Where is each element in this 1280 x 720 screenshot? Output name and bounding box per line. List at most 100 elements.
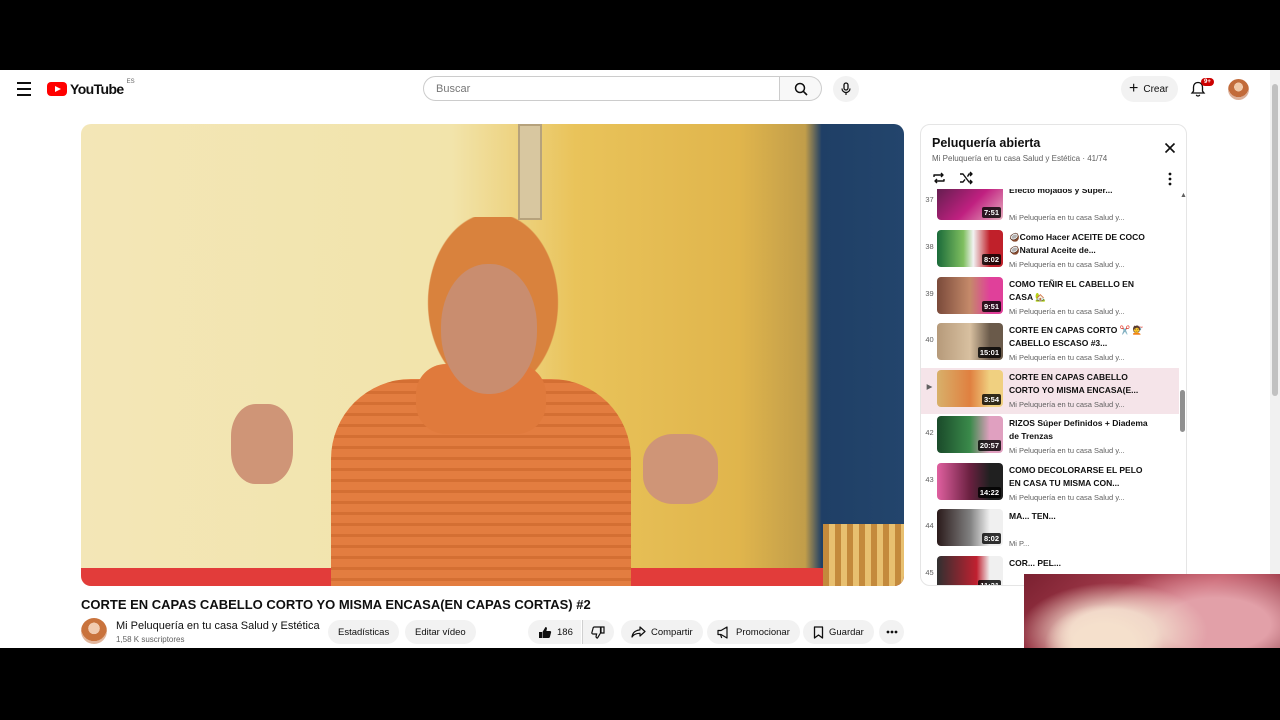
playlist-item-thumbnail[interactable]: 3:54 [937,370,1003,407]
playlist-item-channel: Mi Peluquería en tu casa Salud y... [1009,260,1125,269]
youtube-page: YouTube ES + Crear 9+ CORTE EN CAPAS CAB… [0,70,1280,648]
playlist-item[interactable]: 43 14:22 COMO DECOLORARSE EL PELO EN CASA … [921,461,1179,507]
search-box[interactable] [423,76,780,101]
channel-name[interactable]: Mi Peluquería en tu casa Salud y Estétic… [116,620,320,632]
playlist-item-title[interactable]: MA... TEN... [1009,510,1149,523]
playlist-item-thumbnail[interactable]: 9:51 [937,277,1003,314]
playlist-scrollbar[interactable]: ▲ [1180,192,1186,585]
playlist-item-title[interactable]: COMO TEÑIR EL CABELLO EN CASA 🏡 [1009,278,1149,304]
notifications-button[interactable]: 9+ [1190,78,1214,99]
playlist-items: 37 7:51 Efecto mojados y Super... Mi Peluqu… [921,189,1186,585]
thumbs-down-icon [591,625,605,639]
close-icon [1164,142,1176,154]
plus-icon: + [1129,80,1139,97]
playlist-item-title[interactable]: COMO DECOLORARSE EL PELO EN CASA TU MISM… [1009,464,1149,490]
repeat-icon [933,172,945,184]
thumbs-up-icon [539,626,552,638]
video-title: CORTE EN CAPAS CABELLO CORTO YO MISMA EN… [81,597,591,612]
playlist-item-duration: 8:02 [981,533,1001,544]
playlist-item-thumbnail[interactable]: 14:22 [937,463,1003,500]
playlist-item-index: 44 [925,521,934,530]
playlist-item-thumbnail[interactable]: 15:01 [937,323,1003,360]
youtube-play-icon [47,82,67,96]
playlist-item-title[interactable]: CORTE EN CAPAS CORTO ✂️ 💇 CABELLO ESCASO… [1009,324,1149,350]
logo-text: YouTube [70,81,124,97]
playlist-item[interactable]: ▶ 3:54 CORTE EN CAPAS CABELLO CORTO YO MIS… [921,368,1179,414]
voice-search-button[interactable] [833,76,859,102]
shuffle-icon [960,171,973,185]
page-scrollbar-thumb[interactable] [1272,84,1278,396]
close-playlist-button[interactable] [1162,140,1178,156]
page-scrollbar[interactable] [1270,70,1280,648]
webcam-blur [1044,604,1164,648]
youtube-logo[interactable]: YouTube ES [47,79,135,97]
playlist-item-channel: Mi Peluquería en tu casa Salud y... [1009,307,1125,316]
playlist-channel[interactable]: Mi Peluquería en tu casa Salud y Estétic… [932,154,1080,163]
account-avatar[interactable] [1228,79,1249,100]
playlist-item-duration: 9:51 [981,301,1001,312]
more-actions-button[interactable] [879,620,904,644]
playlist-item-channel: Mi Peluquería en tu casa Salud y... [1009,493,1125,502]
playlist-item-channel: Mi Peluquería en tu casa Salud y... [1009,353,1125,362]
playlist-item-index: 45 [925,568,934,577]
dislike-button[interactable] [582,620,614,644]
create-button[interactable]: + Crear [1121,76,1179,102]
channel-avatar[interactable] [81,618,107,644]
playlist-item-duration: 15:01 [977,347,1001,358]
playlist-scrollbar-thumb[interactable] [1180,390,1185,432]
microphone-icon [841,82,851,95]
loop-playlist-button[interactable] [931,170,947,186]
playlist-item-index: 38 [925,242,934,251]
scroll-up-arrow-icon[interactable]: ▲ [1180,192,1186,199]
playlist-item-thumbnail[interactable]: 11:21 [937,556,1003,585]
video-player[interactable] [81,124,904,586]
subscriber-count: 1,58 K suscriptores [116,635,185,644]
playlist-item-channel: Mi P... [1009,539,1030,548]
share-button[interactable]: Compartir [621,620,703,644]
playlist-item-thumbnail[interactable]: 8:02 [937,509,1003,546]
playlist-item-thumbnail[interactable]: 7:51 [937,189,1003,220]
edit-video-button[interactable]: Editar vídeo [405,620,476,644]
playlist-item[interactable]: 42 20:57 RIZOS Súper Definidos + Diadema d… [921,414,1179,460]
playlist-item-title[interactable]: CORTE EN CAPAS CABELLO CORTO YO MISMA EN… [1009,371,1149,397]
playlist-position: 41/74 [1087,154,1108,163]
playlist-item[interactable]: 37 7:51 Efecto mojados y Super... Mi Peluqu… [921,189,1179,227]
save-button[interactable]: Guardar [803,620,874,644]
search-input[interactable] [434,81,779,96]
playlist-item-title[interactable]: COR... PEL... [1009,557,1149,570]
playlist-item-thumbnail[interactable]: 20:57 [937,416,1003,453]
playlist-item-title[interactable]: RIZOS Súper Definidos + Diadema de Trenz… [1009,417,1149,443]
playlist-item-channel: Mi Peluquería en tu casa Salud y... [1009,446,1125,455]
stats-label: Estadísticas [338,626,390,638]
playlist-item-title[interactable]: Efecto mojados y Super... [1009,189,1149,197]
playlist-item[interactable]: 39 9:51 COMO TEÑIR EL CABELLO EN CASA 🏡 Mi … [921,275,1179,321]
playlist-item-thumbnail[interactable]: 8:02 [937,230,1003,267]
playlist-title[interactable]: Peluquería abierta [932,136,1040,150]
menu-icon[interactable] [14,80,34,98]
video-scene-chair [823,524,904,586]
shuffle-playlist-button[interactable] [958,170,974,186]
save-label: Guardar [829,626,864,638]
search-button[interactable] [780,76,822,101]
playlist-item-duration: 8:02 [981,254,1001,265]
playlist-item-duration: 14:22 [977,487,1001,498]
share-icon [631,626,646,638]
promote-button[interactable]: Promocionar [707,620,800,644]
playlist-more-button[interactable] [1164,171,1176,187]
playlist-item[interactable]: 38 8:02 🥥Como Hacer ACEITE DE COCO🥥Natural… [921,228,1179,274]
create-label: Crear [1143,83,1169,95]
edit-video-label: Editar vídeo [415,626,466,638]
playlist-item[interactable]: 44 8:02 MA... TEN... Mi P... [921,507,1179,553]
playlist-item-channel: Mi Peluquería en tu casa Salud y... [1009,213,1125,222]
playlist-item[interactable]: 40 15:01 CORTE EN CAPAS CORTO ✂️ 💇 CABELLO… [921,321,1179,367]
more-horizontal-icon [886,630,897,634]
search-icon [794,82,808,96]
stats-button[interactable]: Estadísticas [328,620,400,644]
like-button[interactable]: 186 [528,620,581,644]
playlist-item-index: 37 [925,195,934,204]
share-label: Compartir [651,626,693,638]
playlist-item-title[interactable]: 🥥Como Hacer ACEITE DE COCO🥥Natural Aceit… [1009,231,1149,257]
logo-country-code: ES [126,79,135,85]
playlist-item-duration: 3:54 [981,394,1001,405]
webcam-overlay [1024,574,1280,648]
